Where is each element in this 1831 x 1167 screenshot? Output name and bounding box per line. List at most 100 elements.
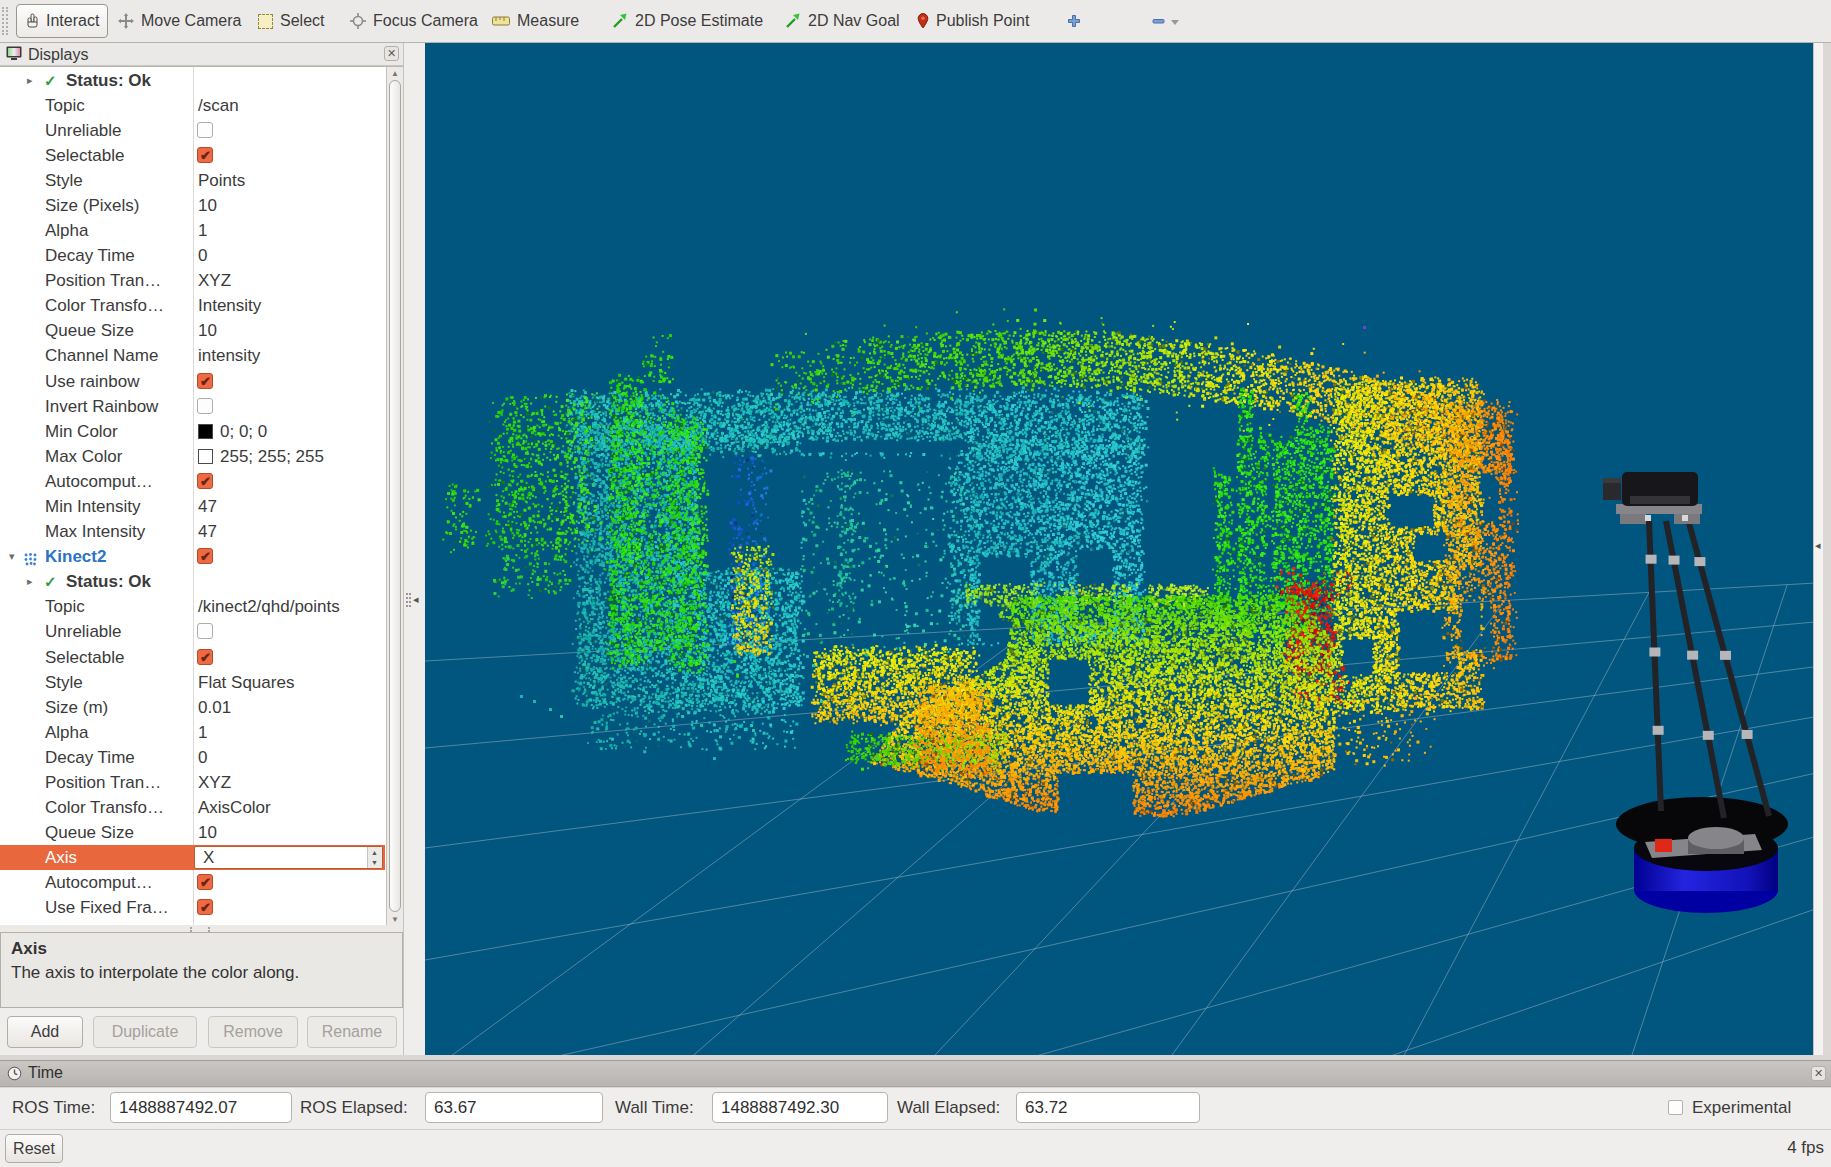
tree-row-max-intensity[interactable]: Max Intensity47 <box>0 519 385 544</box>
row-value[interactable]: Points <box>198 168 245 193</box>
tree-row-selectable[interactable]: Selectable <box>0 143 385 168</box>
tree-row-position-tran-[interactable]: Position Tran…XYZ <box>0 268 385 293</box>
tree-row-size-m-[interactable]: Size (m)0.01 <box>0 695 385 720</box>
tree-row-autocomput-[interactable]: Autocomput… <box>0 469 385 494</box>
row-value[interactable]: intensity <box>198 343 260 368</box>
color-swatch[interactable] <box>198 424 213 439</box>
tree-row-alpha[interactable]: Alpha1 <box>0 218 385 243</box>
rename-button[interactable]: Rename <box>307 1016 397 1048</box>
expander-icon[interactable]: ▾ <box>9 544 15 569</box>
tree-row-min-color[interactable]: Min Color0; 0; 0 <box>0 419 385 444</box>
toolbar-button-move-camera[interactable]: Move Camera <box>110 4 249 38</box>
tree-row-size-pixels-[interactable]: Size (Pixels)10 <box>0 193 385 218</box>
row-value[interactable]: 10 <box>198 318 217 343</box>
axis-combo[interactable]: X▲▼ <box>194 846 383 869</box>
tree-row-autocomput-[interactable]: Autocomput… <box>0 870 385 895</box>
tree-scrollbar[interactable]: ▲ ▼ <box>386 67 403 925</box>
tree-row-color-transfo-[interactable]: Color Transfo…AxisColor <box>0 795 385 820</box>
displays-close-icon[interactable]: ✕ <box>384 46 399 61</box>
row-checkbox[interactable] <box>197 548 213 564</box>
scroll-thumb[interactable] <box>389 80 401 912</box>
tree-row-max-color[interactable]: Max Color255; 255; 255 <box>0 444 385 469</box>
row-checkbox[interactable] <box>197 623 213 639</box>
toolbar-button-measure[interactable]: Measure <box>484 4 587 38</box>
add-button[interactable]: Add <box>7 1016 83 1048</box>
collapse-left-icon[interactable]: ◂ <box>413 593 419 606</box>
row-value[interactable]: /scan <box>198 93 239 118</box>
row-value[interactable]: 47 <box>198 494 217 519</box>
row-checkbox[interactable] <box>197 147 213 163</box>
collapse-right-icon[interactable]: ◂ <box>1815 539 1821 552</box>
tree-row-style[interactable]: StylePoints <box>0 168 385 193</box>
tree-row-queue-size[interactable]: Queue Size10 <box>0 318 385 343</box>
tree-row-decay-time[interactable]: Decay Time0 <box>0 243 385 268</box>
viewport-3d[interactable] <box>425 43 1813 1055</box>
row-value[interactable]: Flat Squares <box>198 670 294 695</box>
expander-icon[interactable]: ▸ <box>27 68 33 93</box>
row-value[interactable]: 1 <box>198 720 207 745</box>
tree-row-topic[interactable]: Topic/scan <box>0 93 385 118</box>
tree-row-axis[interactable]: AxisX▲▼ <box>0 845 385 870</box>
row-value[interactable]: 0.01 <box>198 695 231 720</box>
row-checkbox[interactable] <box>197 899 213 915</box>
row-value[interactable]: 0 <box>198 243 207 268</box>
row-checkbox[interactable] <box>197 874 213 890</box>
row-value[interactable]: 10 <box>198 193 217 218</box>
spinner[interactable]: ▲▼ <box>367 847 382 868</box>
row-value[interactable]: 0; 0; 0 <box>220 419 267 444</box>
row-checkbox[interactable] <box>197 473 213 489</box>
tree-row-topic[interactable]: Topic/kinect2/qhd/points <box>0 594 385 619</box>
row-value[interactable]: 0 <box>198 745 207 770</box>
toolbar-button-publish-point[interactable]: Publish Point <box>909 4 1037 38</box>
ros-time-input[interactable]: 1488887492.07 <box>110 1092 292 1123</box>
tree-row-min-intensity[interactable]: Min Intensity47 <box>0 494 385 519</box>
tree-row-use-fixed-fra-[interactable]: Use Fixed Fra… <box>0 895 385 920</box>
toolbar-button-pose-estimate[interactable]: 2D Pose Estimate <box>604 4 771 38</box>
row-value[interactable]: AxisColor <box>198 795 271 820</box>
tree-row-unreliable[interactable]: Unreliable <box>0 118 385 143</box>
scroll-up-icon[interactable]: ▲ <box>389 68 401 79</box>
duplicate-button[interactable]: Duplicate <box>93 1016 197 1048</box>
row-value[interactable]: /kinect2/qhd/points <box>198 594 340 619</box>
right-splitter[interactable]: ◂ <box>1813 43 1823 1055</box>
tree-row-selectable[interactable]: Selectable <box>0 645 385 670</box>
wall-elapsed-input[interactable]: 63.72 <box>1016 1092 1200 1123</box>
tree-row-status-ok[interactable]: ▸✓Status: Ok <box>0 569 385 594</box>
row-value[interactable]: XYZ <box>198 268 231 293</box>
tree-row-use-rainbow[interactable]: Use rainbow <box>0 369 385 394</box>
row-checkbox[interactable] <box>197 122 213 138</box>
time-close-icon[interactable]: ✕ <box>1811 1066 1826 1081</box>
row-value[interactable]: 255; 255; 255 <box>220 444 324 469</box>
reset-button[interactable]: Reset <box>5 1134 63 1163</box>
row-checkbox[interactable] <box>197 398 213 414</box>
toolbar-button-nav-goal[interactable]: 2D Nav Goal <box>777 4 908 38</box>
tree-row-decay-time[interactable]: Decay Time0 <box>0 745 385 770</box>
tree-row-position-tran-[interactable]: Position Tran…XYZ <box>0 770 385 795</box>
toolbar-button-add-tool[interactable] <box>1058 4 1090 38</box>
row-value[interactable]: 10 <box>198 820 217 845</box>
expander-icon[interactable]: ▸ <box>27 569 33 594</box>
row-checkbox[interactable] <box>197 649 213 665</box>
toolbar-button-focus-camera[interactable]: Focus Camera <box>342 4 486 38</box>
toolbar-button-select[interactable]: Select <box>250 4 332 38</box>
toolbar-button-remove-tool[interactable] <box>1143 4 1189 38</box>
row-value[interactable]: Intensity <box>198 293 261 318</box>
vertical-splitter[interactable]: ◂ <box>403 43 425 1055</box>
tree-row-style[interactable]: StyleFlat Squares <box>0 670 385 695</box>
tree-row-unreliable[interactable]: Unreliable <box>0 619 385 644</box>
remove-button[interactable]: Remove <box>208 1016 298 1048</box>
row-value[interactable]: 47 <box>198 519 217 544</box>
tree-row-status-ok[interactable]: ▸✓Status: Ok <box>0 68 385 93</box>
panel-splitter[interactable] <box>0 925 403 932</box>
tree-row-color-transfo-[interactable]: Color Transfo…Intensity <box>0 293 385 318</box>
tree-row-kinect2[interactable]: ▾Kinect2 <box>0 544 385 569</box>
tree-row-invert-rainbow[interactable]: Invert Rainbow <box>0 394 385 419</box>
tree-row-queue-size[interactable]: Queue Size10 <box>0 820 385 845</box>
color-swatch[interactable] <box>198 449 213 464</box>
scroll-down-icon[interactable]: ▼ <box>389 914 401 925</box>
experimental-checkbox[interactable] <box>1668 1100 1683 1115</box>
wall-time-input[interactable]: 1488887492.30 <box>712 1092 888 1123</box>
toolbar-button-interact[interactable]: Interact <box>16 4 108 38</box>
row-value[interactable]: XYZ <box>198 770 231 795</box>
tree-row-channel-name[interactable]: Channel Nameintensity <box>0 343 385 368</box>
